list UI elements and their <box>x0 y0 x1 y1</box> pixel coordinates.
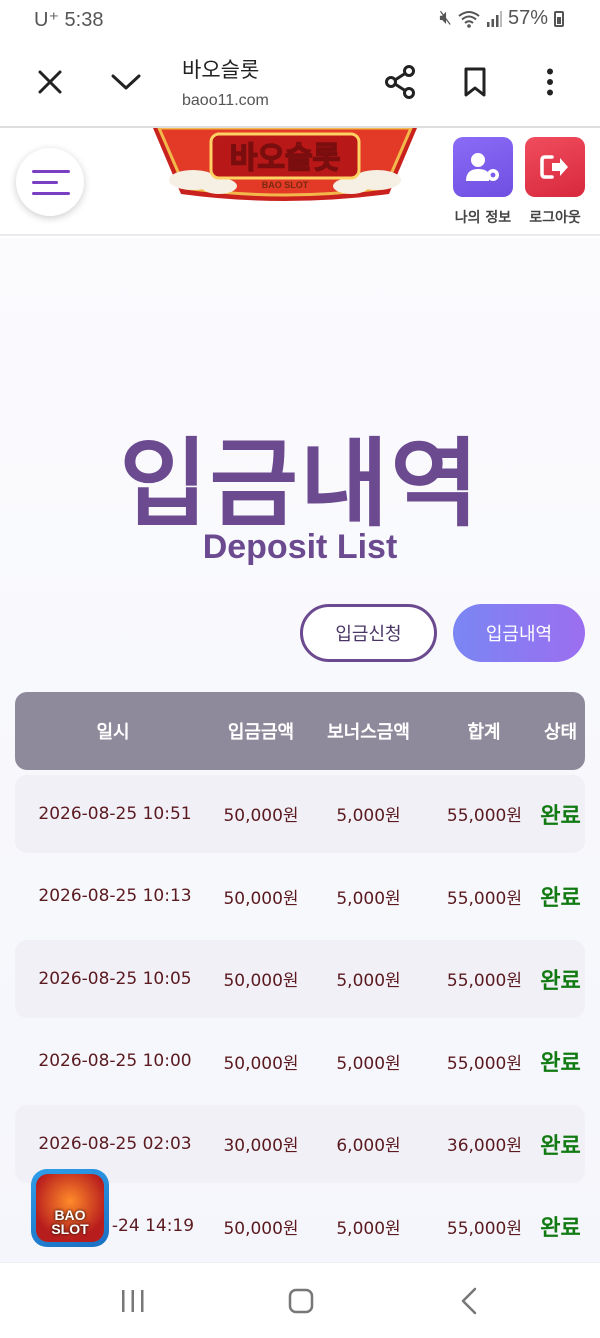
site-header: 바오슬롯 BAO SLOT 나의 정보 로그아웃 <box>0 128 600 236</box>
cell-bonus: 5,000원 <box>336 888 401 909</box>
header-total: 합계 <box>467 722 501 743</box>
user-settings-icon <box>466 153 499 181</box>
site-logo[interactable]: 바오슬롯 BAO SLOT <box>153 128 417 202</box>
cell-total: 55,000원 <box>446 971 522 991</box>
cell-amount: 50,000원 <box>223 971 299 991</box>
main-content: 입금내역 Deposit List 입금신청 입금내역 일시 입금금액 보너스금… <box>0 238 600 1262</box>
logout-button[interactable] <box>525 137 585 197</box>
table-row: 2026-08-25 10:05 50,000원 5,000원 55,000원 … <box>15 939 585 1018</box>
cell-bonus: 5,000원 <box>336 971 401 991</box>
carrier-time: U⁺ 5:38 <box>34 9 104 31</box>
header-bonus: 보너스금액 <box>327 722 410 743</box>
cell-date: 2026-08-25 10:00 <box>38 1051 192 1071</box>
battery-percent: 57% <box>507 7 548 29</box>
menu-line-icon <box>32 191 70 195</box>
cell-bonus: 5,000원 <box>336 1053 401 1074</box>
table-row: 2026-08-25 10:13 50,000원 5,000원 55,000원 … <box>15 857 585 935</box>
table-row: 2026-08-25 10:51 50,000원 5,000원 55,000원 … <box>15 774 585 853</box>
cell-amount: 50,000원 <box>223 1218 299 1239</box>
status-bar: U⁺ 5:38 🔇︎ 57% <box>0 0 600 40</box>
wifi-icon <box>458 10 480 28</box>
battery-icon <box>554 10 564 27</box>
tab-deposit-request[interactable]: 입금신청 <box>300 604 437 662</box>
menu-line-icon <box>32 180 58 184</box>
cell-total: 55,000원 <box>446 1053 522 1074</box>
status-icons: 🔇︎ 57% <box>439 7 564 30</box>
cell-status: 완료 <box>540 1051 581 1076</box>
browser-url[interactable]: baoo11.com <box>182 92 269 110</box>
system-nav-bar <box>0 1262 600 1338</box>
floating-bao-slot-badge[interactable]: BAO SLOT <box>31 1169 109 1247</box>
more-vertical-icon[interactable] <box>528 60 572 104</box>
chevron-down-icon[interactable] <box>104 60 148 104</box>
header-status: 상태 <box>543 722 578 743</box>
cell-status: 완료 <box>540 886 581 911</box>
cell-bonus: 6,000원 <box>336 1136 401 1156</box>
table-header: 일시 입금금액 보너스금액 합계 상태 <box>15 692 585 770</box>
cell-date: 2026-08-25 10:51 <box>38 803 192 824</box>
my-info-button[interactable] <box>453 137 513 197</box>
back-icon[interactable] <box>449 1285 489 1317</box>
cell-status: 완료 <box>540 1216 581 1241</box>
close-icon[interactable] <box>28 60 72 104</box>
cell-total: 55,000원 <box>446 1218 522 1239</box>
badge-text: BAO SLOT <box>51 1207 89 1237</box>
my-info-label[interactable]: 나의 정보 <box>443 207 523 227</box>
logo-subtext: BAO SLOT <box>262 180 309 190</box>
recent-apps-icon[interactable] <box>113 1285 153 1317</box>
hamburger-menu-button[interactable] <box>16 148 84 216</box>
cell-date: 2026-08-25 10:05 <box>38 968 192 989</box>
header-amount: 입금금액 <box>227 722 295 743</box>
cell-bonus: 5,000원 <box>336 1218 401 1239</box>
share-icon[interactable] <box>378 60 422 104</box>
cell-date: 2026-08-25 10:13 <box>38 886 192 906</box>
browser-toolbar: 바오슬롯 baoo11.com <box>0 40 600 128</box>
logo-text: 바오슬롯 <box>230 141 340 176</box>
logout-label[interactable]: 로그아웃 <box>515 207 595 227</box>
menu-line-icon <box>32 169 70 173</box>
cell-total: 55,000원 <box>446 888 522 909</box>
cell-status: 완료 <box>540 1133 581 1159</box>
cell-amount: 50,000원 <box>223 806 299 826</box>
tab-deposit-history[interactable]: 입금내역 <box>453 604 585 662</box>
cell-total: 55,000원 <box>446 806 522 826</box>
header-date: 일시 <box>96 722 130 743</box>
signal-icon <box>486 10 502 27</box>
cell-date: 2026-08-25 02:03 <box>38 1133 192 1154</box>
bao-slot-mascot-icon: BAO SLOT <box>36 1174 104 1242</box>
cell-total: 36,000원 <box>446 1136 522 1156</box>
cell-amount: 50,000원 <box>223 888 299 909</box>
cell-amount: 30,000원 <box>223 1136 299 1156</box>
bookmark-icon[interactable] <box>453 60 497 104</box>
page-title: 입금내역 <box>119 428 481 540</box>
cell-status: 완료 <box>540 803 581 829</box>
cell-amount: 50,000원 <box>223 1053 299 1074</box>
browser-title: 바오슬롯 <box>182 58 260 82</box>
page-subtitle: Deposit List <box>202 528 398 566</box>
cell-status: 완료 <box>540 968 581 994</box>
logout-icon <box>540 155 568 179</box>
table-row: 2026-08-25 10:00 50,000원 5,000원 55,000원 … <box>15 1022 585 1100</box>
mute-icon: 🔇︎ <box>439 7 452 29</box>
home-icon[interactable] <box>281 1285 321 1317</box>
cell-bonus: 5,000원 <box>336 806 401 826</box>
